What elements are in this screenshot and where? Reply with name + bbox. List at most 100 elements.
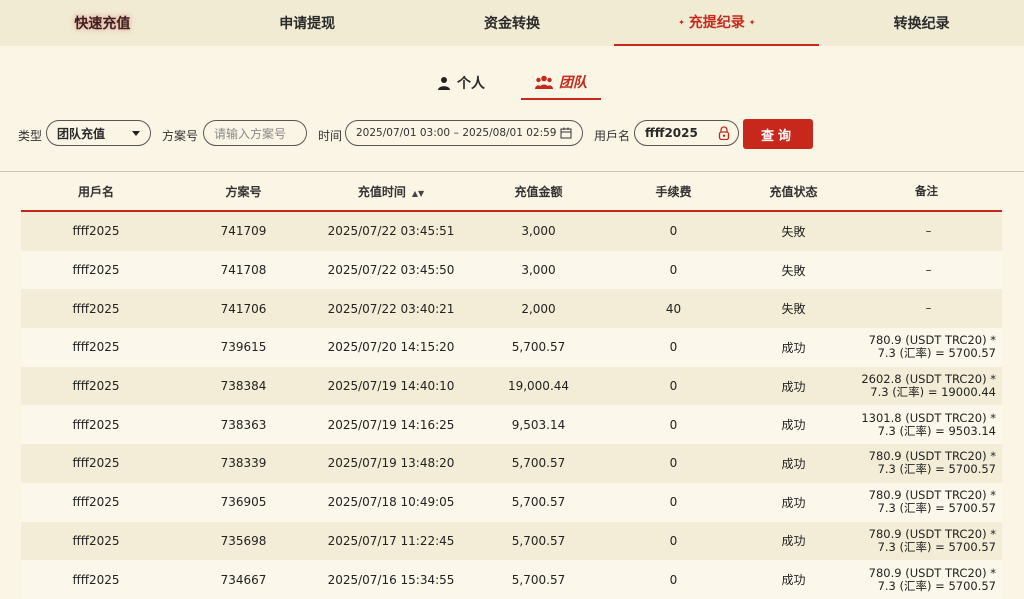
note-line-2: 7.3 (汇率) = 5700.57 [877,462,996,477]
date-range-picker[interactable]: 2025/07/01 03:00 – 2025/08/01 02:59 [345,120,583,146]
username-input[interactable]: ffff2025 [634,120,739,146]
cell-status: 成功 [781,418,806,433]
star-icon: ✦ [678,17,685,27]
cell-plan-number: 736905 [220,495,267,510]
cell-time: 2025/07/19 14:16:25 [327,417,455,432]
note-line-1: 780.9 (USDT TRC20) * [868,565,996,580]
cell-note: 780.9 (USDT TRC20) * 7.3 (汇率) = 5700.57 [851,450,1002,476]
sub-tabs: 个人 团队 [0,70,1024,100]
cell-status: 成功 [781,534,806,549]
note-line-2: 7.3 (汇率) = 5700.57 [877,346,996,361]
username-label: 用戶名 [594,129,631,143]
tab-quick-deposit[interactable]: 快速充值 [0,0,205,46]
cell-fee: 0 [669,456,678,471]
cell-fee: 40 [665,301,682,316]
table-row: ffff2025 741708 2025/07/22 03:45:50 3,00… [21,250,1002,290]
type-select-value: 团队充值 [57,126,106,141]
table-row: ffff2025 739615 2025/07/20 14:15:20 5,70… [21,328,1002,367]
cell-time: 2025/07/16 15:34:55 [327,572,455,587]
cell-note: 780.9 (USDT TRC20) * 7.3 (汇率) = 5700.57 [851,334,1002,360]
subtab-personal[interactable]: 个人 [423,70,499,100]
cell-fee: 0 [669,533,678,548]
cell-time: 2025/07/18 10:49:05 [327,495,455,510]
header-deposit-time[interactable]: 充值时间 ▲▼ [316,183,466,200]
cell-fee: 0 [669,263,678,278]
note-line-1: – [925,262,932,277]
tab-withdraw[interactable]: 申请提现 [205,0,410,46]
table-row: ffff2025 738363 2025/07/19 14:16:25 9,50… [21,405,1002,445]
cell-note: 2602.8 (USDT TRC20) * 7.3 (汇率) = 19000.44 [851,373,1002,399]
subtab-team[interactable]: 团队 [521,70,601,100]
cell-username: ffff2025 [72,340,120,355]
cell-username: ffff2025 [72,224,120,239]
cell-amount: 5,700.57 [511,340,566,355]
table-row: ffff2025 735698 2025/07/17 11:22:45 5,70… [21,521,1002,561]
cell-fee: 0 [669,379,678,394]
cell-plan-number: 741708 [220,263,267,278]
filter-bar: 类型 团队充值 方案号 请输入方案号 时间 2025/07/01 03:00 –… [18,119,1018,149]
tab-deposit-withdraw-records[interactable]: ✦ 充提纪录 ✦ [614,0,820,46]
cell-time: 2025/07/22 03:45:51 [327,224,455,239]
username-value: ffff2025 [645,126,698,140]
tab-label: 资金转换 [483,16,540,32]
header-status: 充值状态 [769,184,818,199]
date-start: 2025/07/01 03:00 [356,127,451,139]
cell-plan-number: 739615 [220,340,267,355]
cell-amount: 19,000.44 [507,379,570,394]
person-icon [438,77,450,90]
table-body: ffff2025 741709 2025/07/22 03:45:51 3,00… [21,212,1002,599]
type-label: 类型 [18,129,43,143]
subtab-label: 个人 [457,76,485,92]
cell-plan-number: 741706 [220,301,267,316]
cell-username: ffff2025 [72,379,120,394]
cell-plan-number: 738384 [220,379,267,394]
cell-note: 780.9 (USDT TRC20) * 7.3 (汇率) = 5700.57 [851,527,1002,554]
query-button[interactable]: 查询 [743,119,813,149]
cell-amount: 3,000 [521,263,556,278]
cell-time: 2025/07/20 14:15:20 [327,340,455,355]
cell-status: 成功 [781,573,806,588]
table-row: ffff2025 741706 2025/07/22 03:40:21 2,00… [21,289,1002,329]
cell-amount: 2,000 [521,301,556,316]
cell-plan-number: 738363 [220,417,267,432]
note-line-1: 1301.8 (USDT TRC20) * [861,410,996,425]
cell-time: 2025/07/22 03:45:50 [327,263,455,278]
cell-fee: 0 [669,224,678,239]
note-line-2: 7.3 (汇率) = 5700.57 [877,539,996,554]
cell-status: 成功 [781,379,806,394]
sort-icon[interactable]: ▲▼ [412,189,424,198]
header-username: 用戶名 [77,184,114,199]
type-select[interactable]: 团队充值 [46,120,151,146]
cell-username: ffff2025 [72,417,120,432]
cell-note: – [851,302,1002,315]
header-plan-number: 方案号 [225,184,262,199]
note-line-2: 7.3 (汇率) = 5700.57 [877,578,996,593]
tab-transfer-records[interactable]: 转换纪录 [819,0,1024,46]
cell-time: 2025/07/17 11:22:45 [327,533,455,548]
records-table: 用戶名 方案号 充值时间 ▲▼ 充值金额 手续费 充值状态 备注 ffff2025… [21,172,1002,599]
team-icon [535,75,553,89]
subtab-label: 团队 [559,75,587,91]
tab-fund-transfer[interactable]: 资金转换 [410,0,615,46]
cell-fee: 0 [669,572,678,587]
tab-label: 转换纪录 [893,16,950,32]
caret-down-icon [132,130,140,136]
cell-username: ffff2025 [72,456,120,471]
cell-amount: 5,700.57 [511,572,566,587]
calendar-icon [560,127,572,139]
cell-plan-number: 741709 [220,224,267,239]
plan-number-input[interactable]: 请输入方案号 [203,120,307,146]
cell-username: ffff2025 [72,533,120,548]
cell-amount: 5,700.57 [511,456,566,471]
cell-username: ffff2025 [72,572,120,587]
cell-note: 780.9 (USDT TRC20) * 7.3 (汇率) = 5700.57 [851,565,1002,593]
cell-username: ffff2025 [72,495,120,510]
top-nav: 快速充值 申请提现 资金转换 ✦ 充提纪录 ✦ 转换纪录 [0,0,1024,46]
note-line-2: 7.3 (汇率) = 5700.57 [877,501,996,516]
header-deposit-time-label: 充值时间 [357,184,406,199]
cell-amount: 3,000 [521,224,556,239]
cell-amount: 9,503.14 [511,417,566,432]
cell-plan-number: 738339 [220,456,267,471]
time-label: 时间 [318,129,343,143]
date-separator: – [453,127,459,139]
